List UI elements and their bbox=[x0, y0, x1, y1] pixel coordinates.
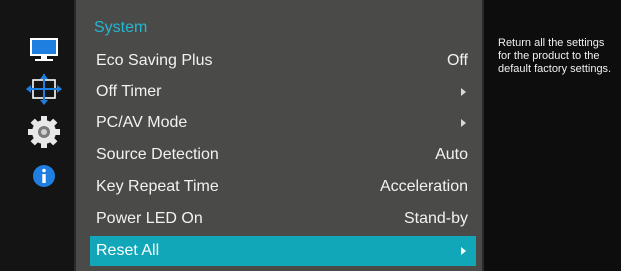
menu-item-pc-av-mode[interactable]: PC/AV Mode bbox=[90, 108, 476, 138]
menu-item-source-detection[interactable]: Source Detection Auto bbox=[90, 140, 476, 170]
submenu-arrow-icon bbox=[461, 247, 466, 255]
osd-frame: System Eco Saving Plus Off Off Timer PC/… bbox=[0, 0, 621, 271]
menu-item-value: Auto bbox=[435, 146, 468, 163]
menu-item-label: Key Repeat Time bbox=[96, 178, 219, 195]
submenu-arrow-icon bbox=[461, 119, 466, 127]
menu-item-value: Off bbox=[446, 52, 468, 69]
submenu-arrow-icon bbox=[461, 88, 466, 96]
display-position-icon[interactable] bbox=[24, 74, 64, 106]
gear-icon[interactable] bbox=[24, 115, 64, 148]
menu-title: System bbox=[94, 19, 148, 36]
monitor-picture-icon[interactable] bbox=[24, 35, 64, 67]
system-menu-panel: System Eco Saving Plus Off Off Timer PC/… bbox=[74, 0, 484, 271]
menu-item-label: Off Timer bbox=[96, 83, 162, 100]
menu-item-power-led-on[interactable]: Power LED On Stand-by bbox=[90, 204, 476, 234]
menu-item-value: Acceleration bbox=[379, 178, 468, 195]
info-icon[interactable] bbox=[24, 160, 64, 192]
menu-item-value: Stand-by bbox=[403, 210, 468, 227]
menu-item-reset-all[interactable]: Reset All bbox=[90, 236, 476, 266]
menu-item-label: Source Detection bbox=[96, 146, 219, 163]
category-sidebar bbox=[0, 0, 74, 271]
menu-item-label: Reset All bbox=[96, 242, 160, 259]
menu-item-label: PC/AV Mode bbox=[96, 114, 188, 131]
help-description-panel: Return all the settings for the product … bbox=[484, 0, 621, 271]
menu-item-eco-saving-plus[interactable]: Eco Saving Plus Off bbox=[90, 46, 476, 76]
menu-item-label: Power LED On bbox=[96, 210, 203, 227]
help-description-text: Return all the settings for the product … bbox=[498, 37, 612, 75]
menu-item-label: Eco Saving Plus bbox=[96, 52, 213, 69]
menu-item-off-timer[interactable]: Off Timer bbox=[90, 77, 476, 107]
menu-item-key-repeat-time[interactable]: Key Repeat Time Acceleration bbox=[90, 172, 476, 202]
